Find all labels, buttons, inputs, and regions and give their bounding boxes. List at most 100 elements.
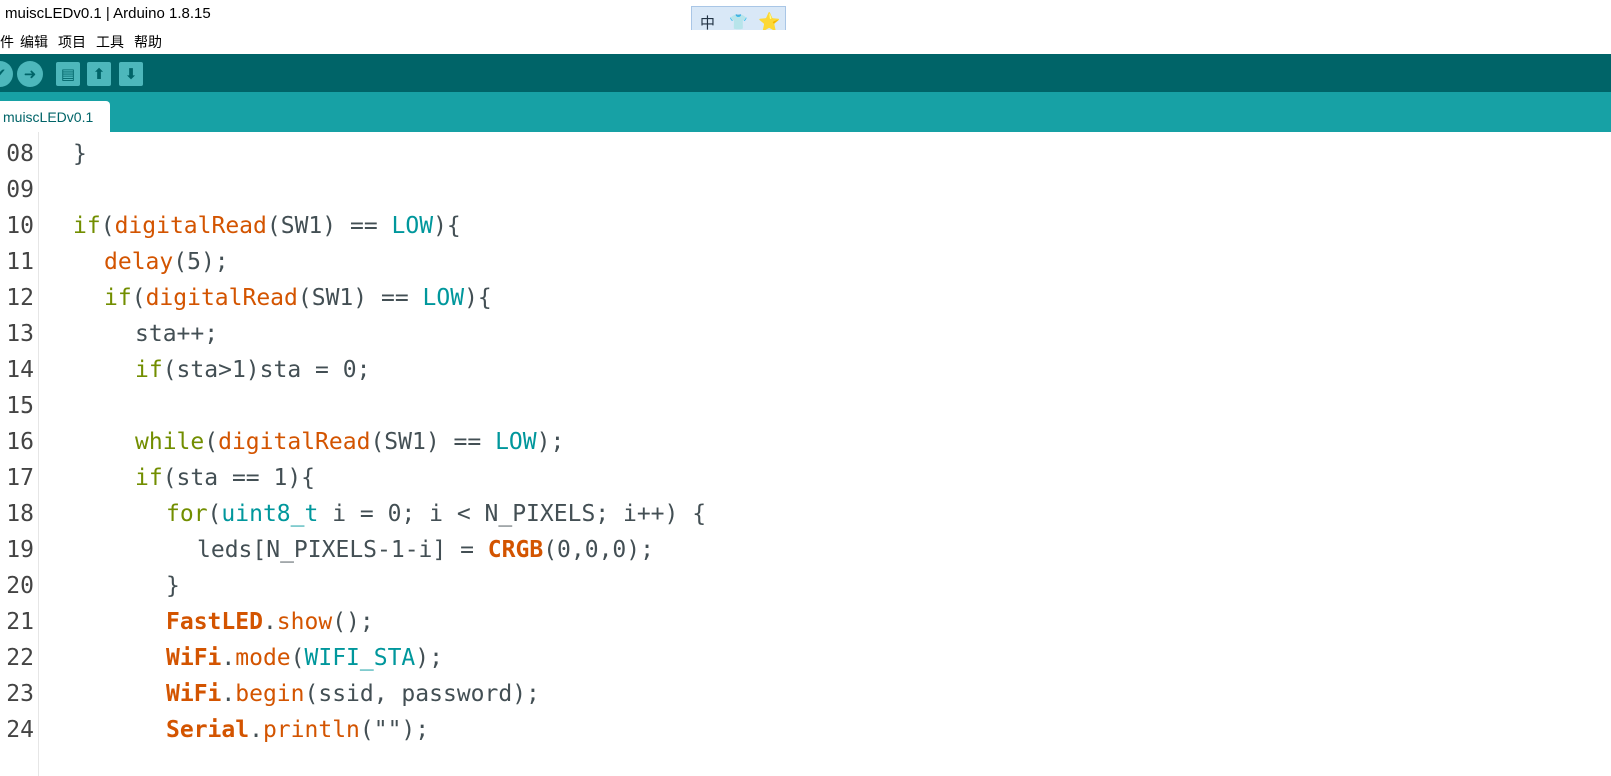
code-token: (ssid, password); [304,681,540,707]
code-token: sta++; [135,321,219,347]
code-token: ){ [433,213,461,239]
verify-button[interactable]: ✔ [0,61,13,87]
code-line[interactable]: if(sta == 1){ [135,460,315,496]
code-token: (5); [173,249,229,275]
line-number: 18 [6,501,34,527]
code-line[interactable]: sta++; [135,316,218,352]
window-title: muiscLEDv0.1 | Arduino 1.8.15 [5,5,211,22]
code-line[interactable]: if(digitalRead(SW1) == LOW){ [104,280,492,316]
code-token: (sta>1)sta = 0; [162,357,371,383]
line-number: 19 [6,537,34,563]
code-token: if [135,357,163,383]
code-line[interactable]: leds[N_PIXELS-1-i] = CRGB(0,0,0); [197,532,654,568]
code-line[interactable]: } [73,136,87,172]
code-token: delay [104,249,174,275]
menu-bar: 件 编辑 项目 工具 帮助 [0,30,1611,52]
code-line[interactable]: FastLED.show(); [166,604,374,640]
code-line[interactable]: WiFi.mode(WIFI_STA); [166,640,443,676]
line-number: 20 [6,573,34,599]
code-token: Serial [166,717,250,743]
code-token: } [73,141,87,167]
line-number: 16 [6,429,34,455]
code-token: LOW [391,213,434,239]
code-token: show [276,609,333,635]
code-token: if [73,213,101,239]
code-token: while [135,429,205,455]
save-arrow-down-icon: ⬇ [124,65,138,83]
code-token: CRGB [487,537,544,563]
line-number: 17 [6,465,34,491]
code-line[interactable]: delay(5); [104,244,229,280]
code-line[interactable]: for(uint8_t i = 0; i < N_PIXELS; i++) { [166,496,706,532]
save-button[interactable]: ⬇ [119,62,143,86]
line-number: 09 [6,177,34,203]
code-token: (SW1) == [370,429,496,455]
code-token: ( [204,429,219,455]
code-token: begin [235,681,305,707]
open-button[interactable]: ⬆ [87,62,111,86]
code-token: WIFI_STA [304,645,416,671]
code-token: println [262,717,360,743]
code-line[interactable]: WiFi.begin(ssid, password); [166,676,540,712]
code-editor[interactable]: 08 09 10 11 12 13 14 15 16 17 18 19 20 21 22 23 24 } if(d… [0,132,1611,776]
code-token: . [221,645,236,671]
code-token: ( [131,285,146,311]
code-token: LOW [495,429,537,455]
code-token: i = 0; i < N_PIXELS; i++) { [318,501,707,527]
code-token: WiFi [166,645,222,671]
code-token: FastLED [166,609,263,635]
code-token: (SW1) == [266,213,392,239]
code-token: ( [100,213,115,239]
code-token: if [104,285,132,311]
code-token: (sta == 1){ [162,465,316,491]
line-number: 14 [6,357,34,383]
menu-sketch[interactable]: 项目 [58,32,86,52]
open-arrow-up-icon: ⬆ [92,65,106,83]
code-token: digitalRead [114,213,267,239]
toolbar: ✔ ➜ ▤ ⬆ ⬇ [0,54,1611,92]
code-line[interactable]: if(sta>1)sta = 0; [135,352,370,388]
menu-edit[interactable]: 编辑 [20,32,48,52]
tab-bar: muiscLEDv0.1 [0,92,1611,132]
code-token: LOW [422,285,465,311]
new-button[interactable]: ▤ [56,62,80,86]
line-number: 13 [6,321,34,347]
upload-icon: ➜ [23,65,37,83]
code-token: (0,0,0); [543,537,654,563]
line-number-gutter: 08 09 10 11 12 13 14 15 16 17 18 19 20 21 22 23 24 [0,132,39,776]
code-token: . [249,717,263,743]
tab-label: muiscLEDv0.1 [3,109,94,125]
code-line[interactable]: Serial.println(""); [166,712,429,748]
title-bar: muiscLEDv0.1 | Arduino 1.8.15 中 👕 ⭐ [0,0,1611,38]
code-token: . [221,681,236,707]
code-token: leds[N_PIXELS-1-i] = [197,537,488,563]
code-token: digitalRead [145,285,298,311]
code-line[interactable]: if(digitalRead(SW1) == LOW){ [73,208,461,244]
code-token: WiFi [166,681,222,707]
menu-help[interactable]: 帮助 [134,32,162,52]
upload-button[interactable]: ➜ [17,61,43,87]
code-token: mode [235,645,291,671]
code-line[interactable]: } [166,568,180,604]
code-token: if [135,465,163,491]
line-number: 15 [6,393,34,419]
code-token: uint8_t [221,501,319,527]
code-token: ); [415,645,443,671]
line-number: 22 [6,645,34,671]
menu-tools[interactable]: 工具 [96,32,124,52]
code-token: ( [207,501,222,527]
line-number: 23 [6,681,34,707]
code-token: } [166,573,180,599]
menu-file[interactable]: 件 [0,32,14,52]
line-number: 24 [6,717,34,743]
code-token: digitalRead [218,429,371,455]
verify-icon: ✔ [0,65,6,83]
line-number: 10 [6,213,34,239]
line-number: 11 [6,249,34,275]
code-token: ){ [464,285,492,311]
code-token: . [262,609,277,635]
tab-sketch[interactable]: muiscLEDv0.1 [0,101,110,132]
code-line[interactable]: while(digitalRead(SW1) == LOW); [135,424,564,460]
code-token: (""); [359,717,430,743]
code-token: (); [332,609,374,635]
